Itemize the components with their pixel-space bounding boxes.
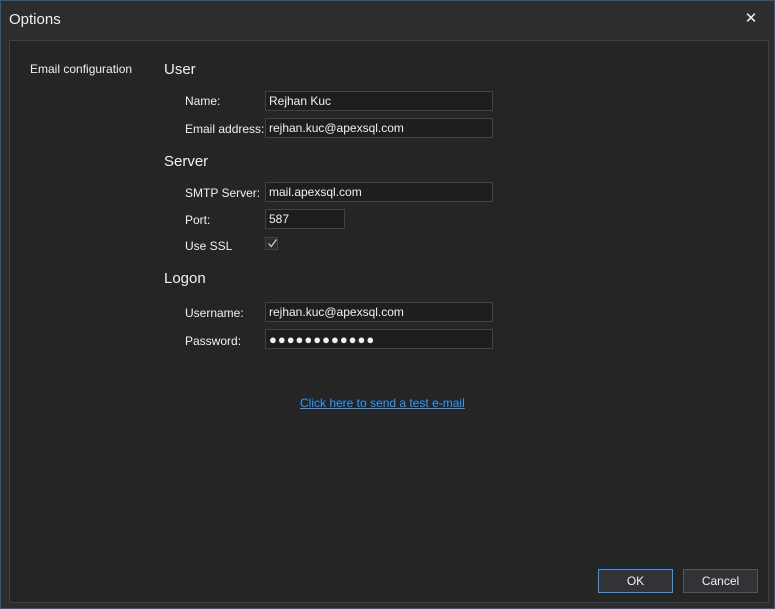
email-address-field[interactable] xyxy=(265,118,493,138)
checkmark-icon xyxy=(268,239,278,248)
send-test-email-link[interactable]: Click here to send a test e-mail xyxy=(300,396,465,410)
section-title-logon: Logon xyxy=(164,270,206,287)
username-label: Username: xyxy=(185,306,244,320)
close-icon[interactable]: ✕ xyxy=(742,10,760,28)
options-dialog: Options ✕ Email configuration User Name:… xyxy=(0,0,775,609)
section-title-server: Server xyxy=(164,153,209,170)
use-ssl-checkbox[interactable] xyxy=(265,237,278,250)
smtp-server-label: SMTP Server: xyxy=(185,186,261,200)
section-title-user: User xyxy=(164,61,196,78)
smtp-server-field[interactable] xyxy=(265,182,493,202)
title-bar: Options ✕ xyxy=(1,1,774,39)
ok-button[interactable]: OK xyxy=(598,569,673,593)
name-field[interactable] xyxy=(265,91,493,111)
username-field[interactable] xyxy=(265,302,493,322)
password-label: Password: xyxy=(185,334,242,348)
dialog-title: Options xyxy=(9,11,61,28)
name-label: Name: xyxy=(185,94,221,108)
email-address-label: Email address: xyxy=(185,122,265,136)
password-field[interactable] xyxy=(265,329,493,349)
use-ssl-label: Use SSL xyxy=(185,239,233,253)
options-content-panel: Email configuration User Name: Email add… xyxy=(9,40,769,603)
nav-item-email-configuration[interactable]: Email configuration xyxy=(30,62,132,76)
cancel-button[interactable]: Cancel xyxy=(683,569,758,593)
port-label: Port: xyxy=(185,213,211,227)
port-field[interactable] xyxy=(265,209,345,229)
